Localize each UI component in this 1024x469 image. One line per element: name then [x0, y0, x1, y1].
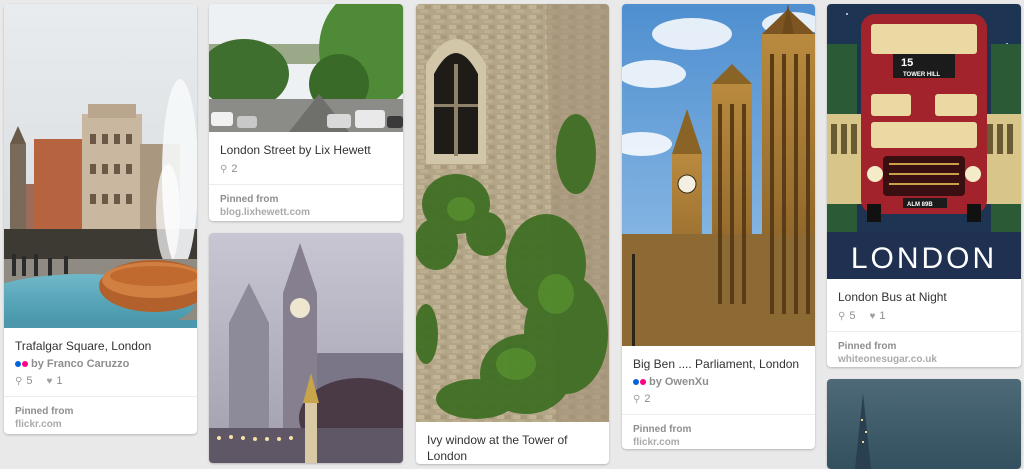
pin-image-trafalgar[interactable]	[4, 4, 197, 328]
like-count: 1	[56, 375, 63, 387]
pinned-from-label: Pinned from	[220, 194, 279, 205]
pinned-from-label: Pinned from	[15, 406, 74, 417]
repin-icon: ⚲	[838, 310, 846, 322]
repin-count: 2	[231, 163, 238, 175]
poster-title: LONDON	[851, 242, 997, 275]
heart-icon: ♥	[869, 310, 876, 322]
pin-big-ben-parliament[interactable]: Big Ben .... Parliament, London by OwenX…	[622, 4, 815, 449]
pin-image-ivy-window[interactable]	[416, 4, 609, 422]
pinned-from[interactable]: Pinned from whiteonesugar.co.uk	[827, 331, 1021, 367]
via-prefix: by	[31, 358, 44, 370]
pinned-from[interactable]: Pinned from flickr.com	[4, 396, 197, 434]
pin-shard[interactable]	[827, 379, 1021, 469]
pin-stats: ⚲ 2	[209, 158, 403, 175]
pin-stats: ⚲ 5 ♥ 1	[827, 305, 1021, 322]
pin-london-street[interactable]: London Street by Lix Hewett ⚲ 2 Pinned f…	[209, 4, 403, 221]
pinned-from-label: Pinned from	[838, 341, 897, 352]
pin-description: London Bus at Night	[838, 290, 947, 304]
pin-image-shard[interactable]	[827, 379, 1021, 469]
heart-icon: ♥	[46, 375, 53, 387]
pinned-from-label: Pinned from	[633, 424, 692, 435]
pin-image-big-ben[interactable]	[622, 4, 815, 346]
repin-icon: ⚲	[220, 163, 228, 175]
bus-plate: ALM 89B	[907, 202, 933, 208]
repin-icon: ⚲	[15, 375, 23, 387]
pin-image-foggy-big-ben[interactable]	[209, 233, 403, 463]
repin-count: 5	[849, 310, 856, 322]
via-prefix: by	[649, 376, 662, 388]
pinned-source-link[interactable]: blog.lixhewett.com	[220, 206, 393, 219]
pin-via[interactable]: by Franco Caruzzo	[4, 354, 197, 370]
pin-ivy-window[interactable]: Ivy window at the Tower of London	[416, 4, 609, 464]
flickr-icon	[15, 361, 28, 367]
like-count: 1	[879, 310, 886, 322]
pin-image-london-street[interactable]	[209, 4, 403, 132]
repin-count: 2	[644, 393, 651, 405]
via-name-link[interactable]: Franco Caruzzo	[47, 358, 130, 370]
pinned-source-link[interactable]: flickr.com	[15, 418, 187, 431]
pin-via[interactable]: by OwenXu	[622, 372, 815, 388]
repin-icon: ⚲	[633, 393, 641, 405]
pin-london-bus[interactable]: 15 TOWER HILL ALM 89B LONDON London Bus …	[827, 4, 1021, 367]
bus-destination: TOWER HILL	[903, 72, 941, 78]
pin-stats: ⚲ 2	[622, 388, 815, 405]
pinned-from[interactable]: Pinned from flickr.com	[622, 414, 815, 449]
bus-route-number: 15	[901, 57, 913, 69]
pin-description: Big Ben .... Parliament, London	[633, 357, 800, 371]
pin-trafalgar-square[interactable]: Trafalgar Square, London by Franco Caruz…	[4, 4, 197, 434]
via-name-link[interactable]: OwenXu	[665, 376, 709, 388]
pinned-from[interactable]: Pinned from blog.lixhewett.com	[209, 184, 403, 221]
pin-description: Ivy window at the Tower of London	[427, 433, 568, 463]
pin-image-london-bus[interactable]: 15 TOWER HILL ALM 89B LONDON	[827, 4, 1021, 279]
pin-stats: ⚲ 5 ♥ 1	[4, 370, 197, 387]
pinned-source-link[interactable]: flickr.com	[633, 436, 805, 449]
repin-count: 5	[26, 375, 33, 387]
pin-description: London Street by Lix Hewett	[220, 143, 371, 157]
flickr-icon	[633, 379, 646, 385]
pin-description: Trafalgar Square, London	[15, 339, 152, 353]
pinned-source-link[interactable]: whiteonesugar.co.uk	[838, 353, 1011, 366]
pin-foggy-big-ben[interactable]	[209, 233, 403, 463]
